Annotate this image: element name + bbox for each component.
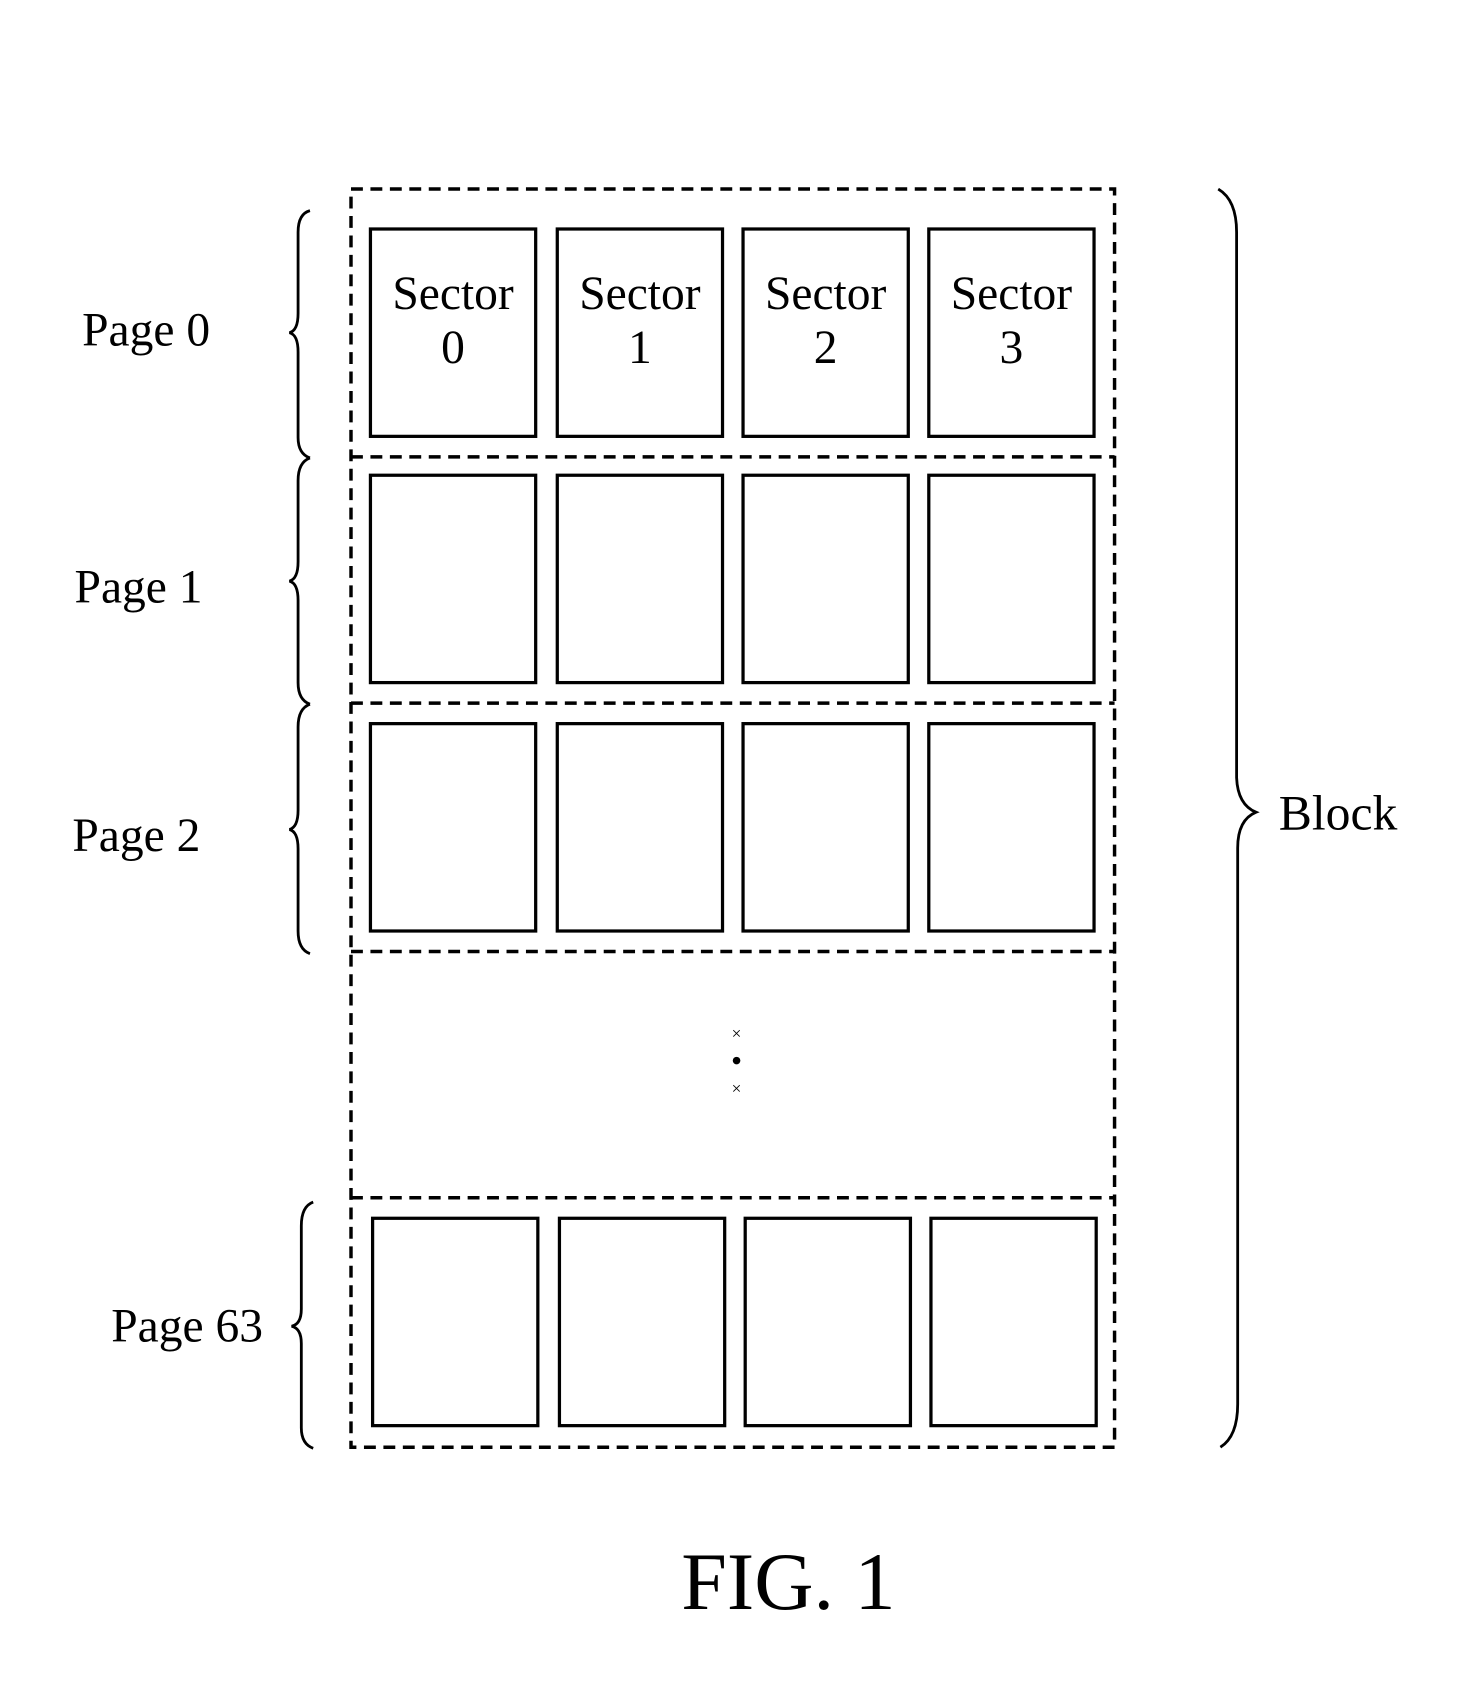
sector-cell	[368, 473, 538, 685]
flash-block-diagram: Sector0Sector1Sector2Sector3 × × Page 0 …	[72, 187, 1398, 1627]
page-row-page-0: Sector0Sector1Sector2Sector3	[368, 227, 1096, 438]
sector-cell	[741, 722, 910, 933]
sector-cell	[927, 722, 1096, 933]
page-1-brace	[288, 456, 311, 706]
sector-cell	[555, 722, 725, 933]
sector-number: 2	[814, 322, 838, 374]
page-0-label: Page 0	[82, 305, 210, 357]
page-63-brace	[291, 1200, 314, 1450]
sector-cell	[555, 473, 725, 685]
sector-title: Sector	[765, 268, 887, 320]
page-63-label: Page 63	[111, 1300, 263, 1352]
sector-cell	[743, 1216, 913, 1428]
svg-text:×: ×	[732, 1079, 742, 1098]
ellipsis-icon: × ×	[732, 1024, 742, 1098]
sector-title: Sector	[579, 268, 701, 320]
sector-cell	[741, 473, 910, 685]
page-2-brace	[288, 702, 311, 955]
page-row-page-63	[370, 1216, 1098, 1428]
figure-caption: FIG. 1	[681, 1536, 895, 1627]
page-2-label: Page 2	[72, 810, 200, 862]
sector-cell	[929, 1216, 1098, 1428]
page-1-label: Page 1	[75, 562, 203, 614]
page-rows: Sector0Sector1Sector2Sector3	[368, 227, 1098, 1428]
sector-cell	[557, 1216, 727, 1428]
sector-number: 1	[628, 322, 652, 374]
page-0-brace	[288, 209, 311, 460]
sector-cell	[368, 722, 538, 933]
sector-number: 3	[1000, 322, 1024, 374]
sector-number: 0	[441, 322, 465, 374]
page-row-page-1	[368, 473, 1096, 685]
block-brace	[1217, 187, 1260, 1449]
sector-cell	[927, 473, 1096, 685]
sector-title: Sector	[951, 268, 1073, 320]
block-label: Block	[1279, 785, 1398, 840]
svg-text:×: ×	[732, 1024, 742, 1043]
sector-cell	[370, 1216, 540, 1428]
page-row-page-2	[368, 722, 1096, 933]
sector-title: Sector	[392, 268, 514, 320]
